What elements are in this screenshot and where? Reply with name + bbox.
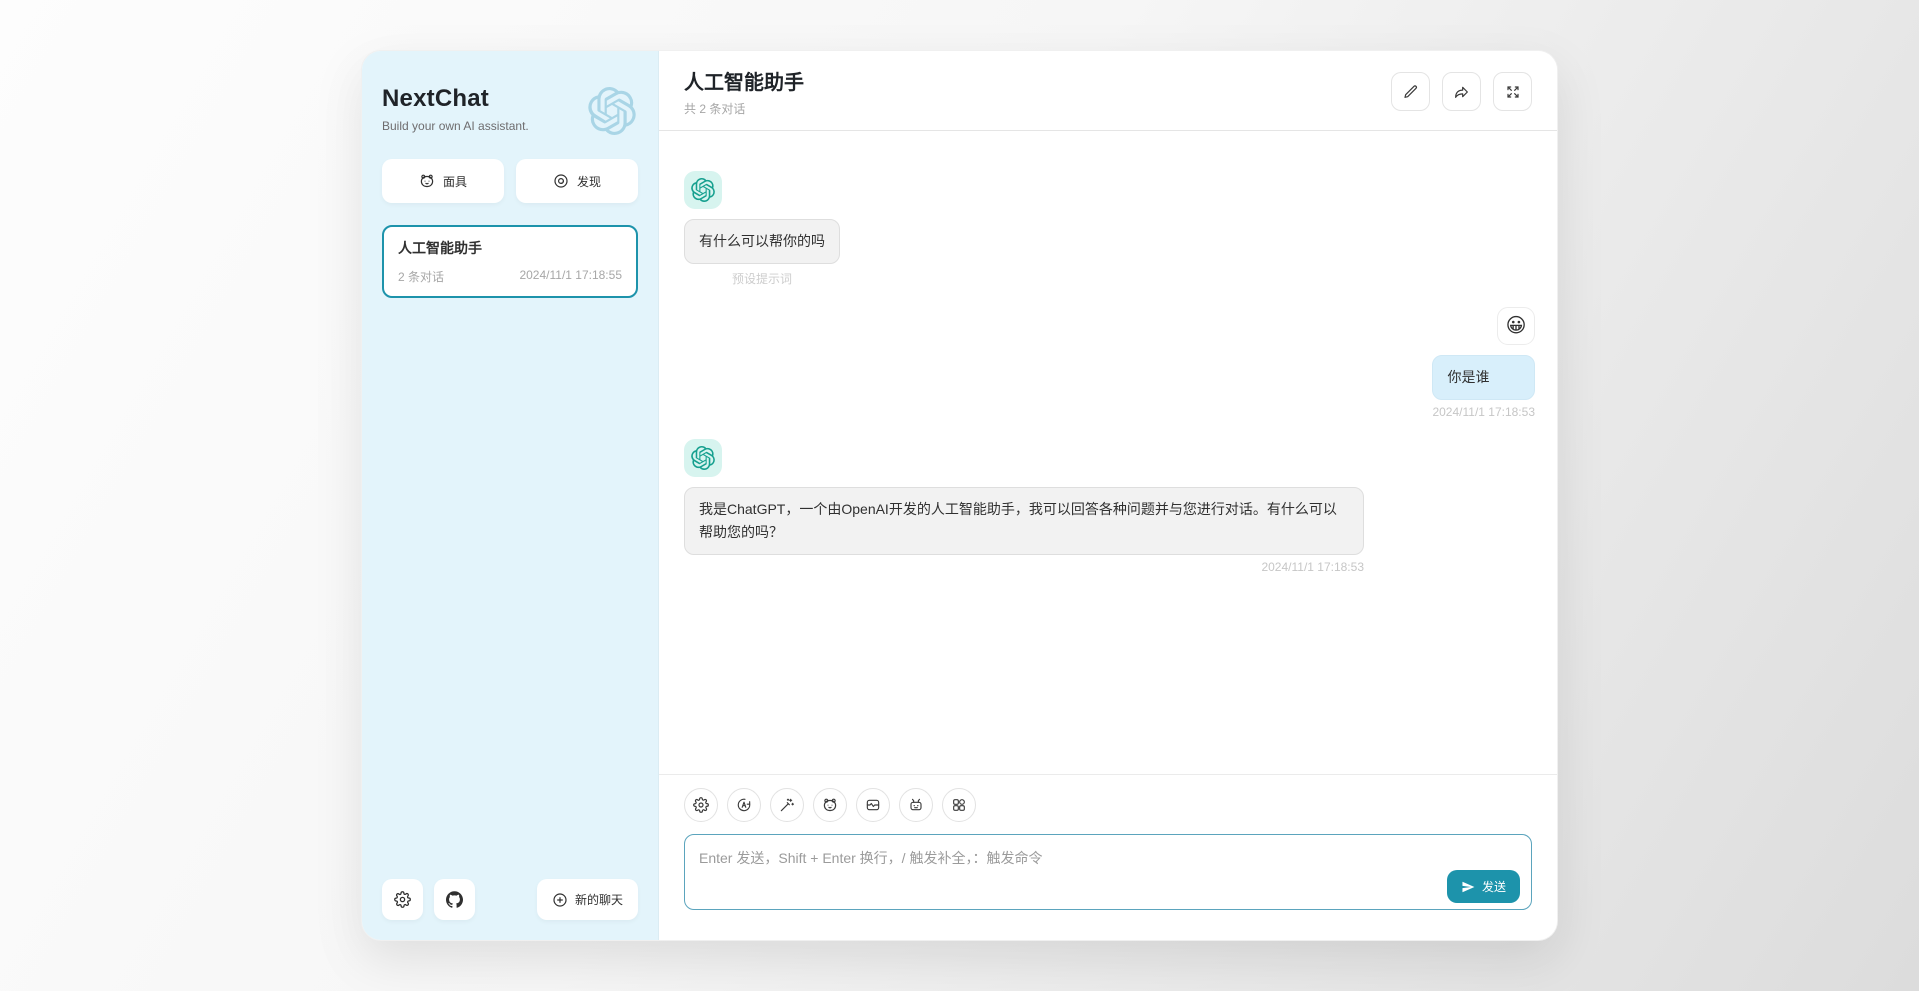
openai-logo-icon (588, 87, 636, 135)
share-arrow-icon (1454, 84, 1470, 100)
sidebar-actions: 面具 发现 (382, 159, 638, 203)
share-button[interactable] (1442, 72, 1481, 111)
sidebar: NextChat Build your own AI assistant. 面具… (362, 51, 659, 940)
message-timestamp: 2024/11/1 17:18:53 (1432, 405, 1535, 419)
mask-toolbar-button[interactable] (813, 788, 847, 822)
mask-icon (419, 173, 435, 189)
message-timestamp: 2024/11/1 17:18:53 (1261, 560, 1364, 574)
clear-context-icon (865, 797, 881, 813)
assistant-message: 我是ChatGPT，一个由OpenAI开发的人工智能助手，我可以回答各种问题并与… (684, 439, 1535, 574)
fullscreen-icon (1505, 84, 1521, 100)
chat-item-title: 人工智能助手 (398, 238, 622, 258)
pencil-icon (1403, 84, 1419, 100)
openai-logo-icon (691, 446, 715, 470)
user-message: 😀 你是谁 2024/11/1 17:18:53 (684, 307, 1535, 419)
message-bubble[interactable]: 有什么可以帮你的吗 (684, 219, 840, 264)
discover-button-label: 发现 (577, 173, 601, 190)
mask-icon (822, 797, 838, 813)
input-area: 发送 (684, 834, 1532, 915)
model-select-button[interactable] (899, 788, 933, 822)
prompt-wand-icon (779, 797, 795, 813)
sidebar-header: NextChat Build your own AI assistant. (382, 85, 638, 133)
clear-context-button[interactable] (856, 788, 890, 822)
chat-settings-button[interactable] (684, 788, 718, 822)
chat-panel: 人工智能助手 共 2 条对话 (659, 51, 1557, 940)
plus-circle-icon (552, 892, 568, 908)
chat-input-panel: 发送 (659, 774, 1557, 940)
new-chat-button[interactable]: 新的聊天 (537, 879, 638, 920)
send-plane-icon (1461, 880, 1475, 894)
chat-header: 人工智能助手 共 2 条对话 (659, 51, 1557, 131)
chat-toolbar (684, 788, 1532, 822)
robot-model-icon (908, 797, 924, 813)
message-bubble[interactable]: 我是ChatGPT，一个由OpenAI开发的人工智能助手，我可以回答各种问题并与… (684, 487, 1364, 555)
prompts-button[interactable] (770, 788, 804, 822)
assistant-avatar (684, 439, 722, 477)
settings-gear-icon (693, 797, 709, 813)
preset-prompt-hint: 预设提示词 (684, 270, 840, 287)
theme-toggle-button[interactable] (727, 788, 761, 822)
settings-button[interactable] (382, 879, 423, 920)
openai-logo-icon (691, 178, 715, 202)
auto-theme-icon (736, 797, 752, 813)
masks-button-label: 面具 (443, 173, 467, 190)
discover-button[interactable]: 发现 (516, 159, 638, 203)
message-input[interactable] (684, 834, 1532, 910)
github-button[interactable] (434, 879, 475, 920)
new-chat-label: 新的聊天 (575, 891, 623, 908)
shortcuts-button[interactable] (942, 788, 976, 822)
sidebar-footer: 新的聊天 (382, 879, 638, 920)
chat-subtitle: 共 2 条对话 (684, 100, 804, 117)
user-avatar: 😀 (1497, 307, 1535, 345)
assistant-message: 有什么可以帮你的吗 预设提示词 (684, 171, 1535, 287)
assistant-avatar (684, 171, 722, 209)
masks-button[interactable]: 面具 (382, 159, 504, 203)
chat-item-time: 2024/11/1 17:18:55 (519, 268, 622, 285)
message-bubble[interactable]: 你是谁 (1432, 355, 1535, 400)
chat-title: 人工智能助手 (684, 66, 804, 95)
plugin-grid-icon (951, 797, 967, 813)
send-button-label: 发送 (1482, 878, 1506, 895)
chat-list-item[interactable]: 人工智能助手 2 条对话 2024/11/1 17:18:55 (382, 225, 638, 298)
chat-list: 人工智能助手 2 条对话 2024/11/1 17:18:55 (382, 225, 638, 298)
chat-item-count: 2 条对话 (398, 268, 444, 285)
fullscreen-button[interactable] (1493, 72, 1532, 111)
rename-button[interactable] (1391, 72, 1430, 111)
send-button[interactable]: 发送 (1447, 870, 1520, 903)
discover-icon (553, 173, 569, 189)
message-list[interactable]: 有什么可以帮你的吗 预设提示词 😀 你是谁 2024/11/1 17:18:53… (659, 131, 1557, 774)
chat-header-actions (1391, 72, 1532, 111)
settings-gear-icon (394, 891, 411, 908)
nextchat-window: NextChat Build your own AI assistant. 面具… (361, 50, 1558, 941)
github-icon (446, 891, 463, 908)
